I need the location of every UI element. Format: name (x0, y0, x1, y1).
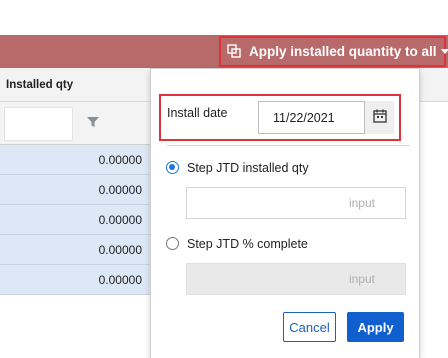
calendar-icon (372, 109, 387, 126)
table-row[interactable]: 0.00000 (0, 205, 150, 235)
cell-installed-qty: 0.00000 (98, 152, 142, 167)
jtd-installed-qty-input[interactable]: input (186, 187, 406, 219)
cell-installed-qty: 0.00000 (98, 272, 142, 287)
table-row[interactable]: 0.00000 (0, 265, 150, 295)
install-date-label: Install date (167, 106, 228, 120)
grid-rows: 0.00000 0.00000 0.00000 0.00000 0.00000 (0, 145, 150, 295)
radio-label-step-jtd-percent-complete: Step JTD % complete (187, 237, 308, 251)
filter-icon[interactable] (87, 116, 99, 128)
radio-label-step-jtd-installed-qty: Step JTD installed qty (187, 161, 309, 175)
jtd-pct-placeholder: input (348, 272, 375, 286)
radio-step-jtd-percent-complete[interactable] (166, 237, 179, 250)
cell-installed-qty: 0.00000 (98, 212, 142, 227)
divider (167, 145, 410, 146)
page: Apply installed quantity to all Installe… (0, 0, 448, 358)
cell-installed-qty: 0.00000 (98, 182, 142, 197)
cancel-label: Cancel (289, 319, 330, 335)
chevron-down-icon (440, 49, 448, 54)
apply-installed-qty-to-all-button[interactable]: Apply installed quantity to all (219, 36, 448, 67)
cancel-button[interactable]: Cancel (283, 312, 336, 342)
jtd-percent-complete-input: input (186, 263, 406, 295)
radio-step-jtd-installed-qty[interactable] (166, 161, 179, 174)
install-date-value: 11/22/2021 (273, 111, 335, 125)
calendar-button[interactable] (364, 101, 394, 134)
column-header-installed-qty[interactable]: Installed qty (0, 68, 150, 102)
table-row[interactable]: 0.00000 (0, 235, 150, 265)
column-header-label: Installed qty (6, 78, 74, 91)
jtd-qty-placeholder: input (348, 196, 375, 210)
table-row[interactable]: 0.00000 (0, 145, 150, 175)
copy-icon (227, 44, 242, 59)
table-row[interactable]: 0.00000 (0, 175, 150, 205)
cell-installed-qty: 0.00000 (98, 242, 142, 257)
column-filter-input[interactable] (4, 107, 73, 141)
apply-label: Apply (357, 319, 394, 335)
apply-all-label: Apply installed quantity to all (249, 44, 437, 59)
apply-button[interactable]: Apply (347, 312, 404, 342)
